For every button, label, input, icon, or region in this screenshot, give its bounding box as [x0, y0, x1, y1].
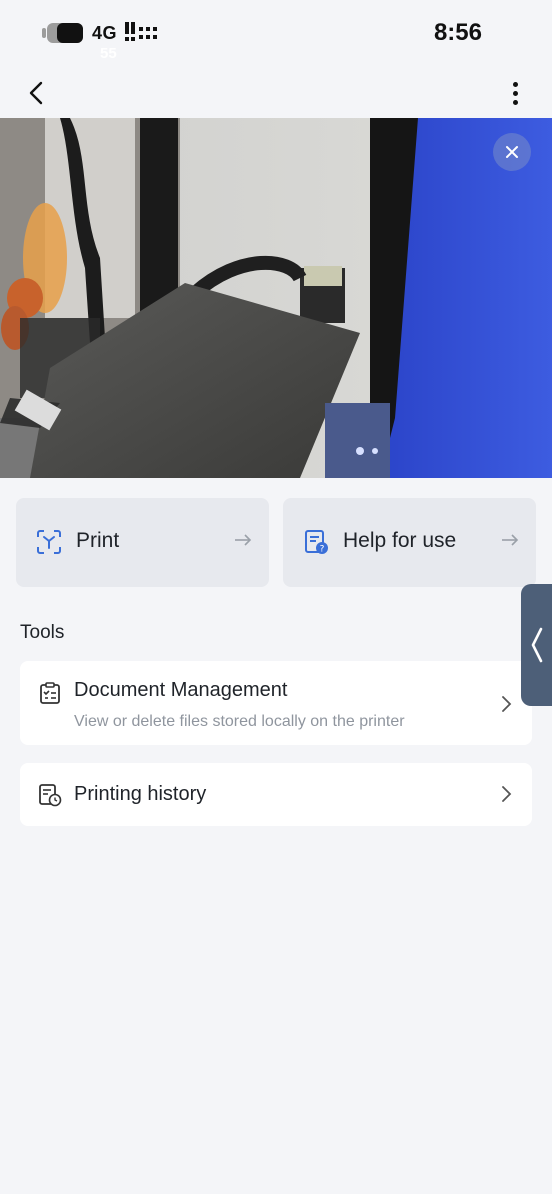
help-for-use-button[interactable]: ? Help for use: [283, 498, 536, 587]
document-management-title: Document Management: [74, 679, 288, 701]
more-options-button[interactable]: [500, 78, 530, 108]
chevron-right-icon: [502, 696, 512, 712]
document-management-item[interactable]: Document Management View or delete files…: [20, 661, 532, 745]
side-drawer-handle[interactable]: [521, 584, 552, 706]
back-button[interactable]: [22, 78, 52, 108]
network-type: 4G: [92, 22, 118, 43]
close-camera-button[interactable]: [493, 133, 531, 171]
clock: 8:56: [433, 19, 482, 46]
help-document-icon: ?: [305, 530, 328, 555]
printing-history-title: Printing history: [74, 783, 207, 805]
arrow-right-icon: [235, 534, 252, 546]
camera-feed[interactable]: [0, 118, 552, 478]
print-button[interactable]: Print: [16, 498, 269, 587]
arrow-right-icon: [502, 534, 519, 546]
vertical-dots-icon: [512, 81, 518, 87]
svg-text:?: ?: [320, 545, 325, 555]
printer-camera-image: [0, 118, 552, 478]
tools-section-title: Tools: [20, 622, 65, 643]
chevron-left-icon: [531, 627, 542, 663]
help-for-use-label: Help for use: [343, 529, 457, 552]
close-icon: [506, 146, 518, 158]
top-nav: [0, 66, 552, 118]
chevron-right-icon: [502, 786, 512, 802]
battery-level: 55: [100, 45, 117, 62]
printing-history-item[interactable]: Printing history: [20, 763, 532, 826]
print-label: Print: [76, 529, 120, 552]
clipboard-list-icon: [40, 682, 60, 704]
document-management-description: View or delete files stored locally on t…: [74, 713, 405, 730]
history-document-icon: [39, 784, 62, 807]
status-bar: 55 4G 8:56: [0, 0, 552, 66]
signal-icon: [125, 22, 165, 42]
battery-icon: 55: [42, 22, 117, 62]
chevron-left-icon: [29, 81, 43, 105]
scan-print-icon: [37, 530, 61, 554]
status-left: 55 4G: [42, 22, 165, 62]
